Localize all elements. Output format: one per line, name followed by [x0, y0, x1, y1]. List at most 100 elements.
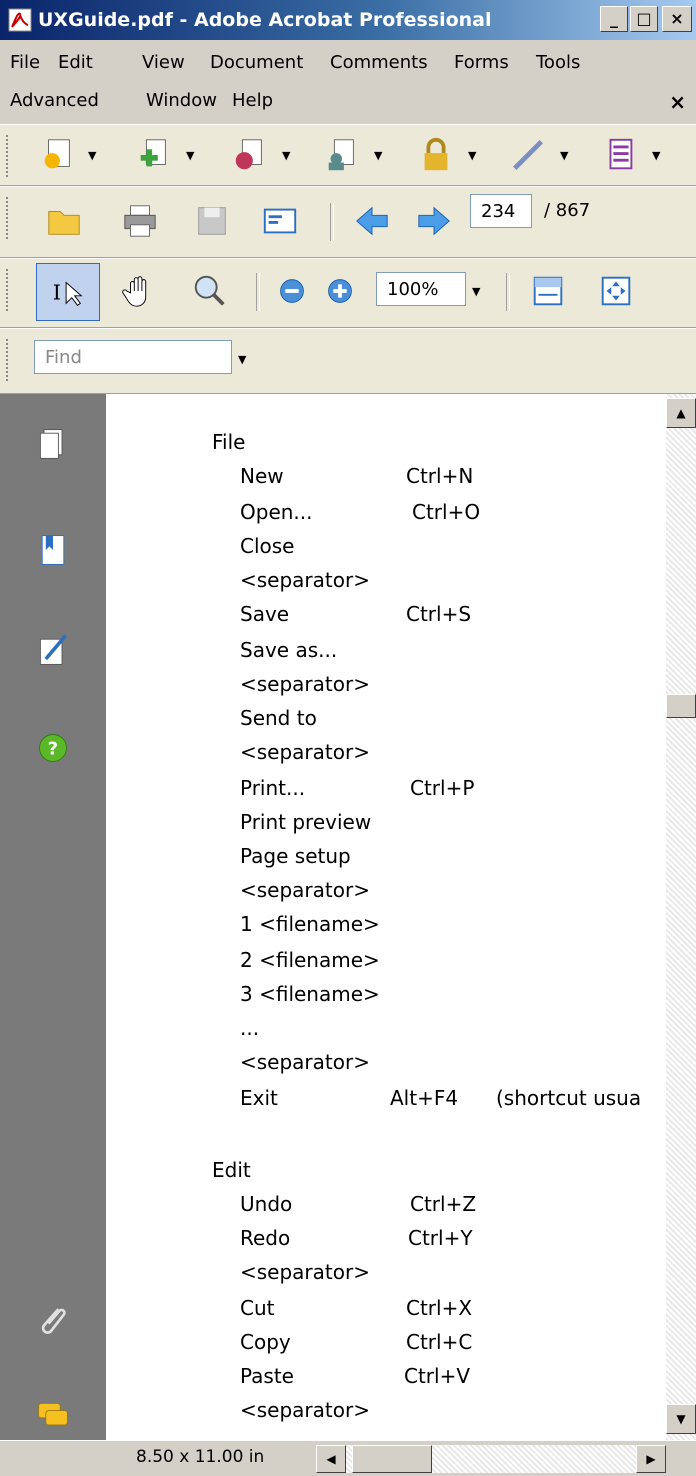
doc-line: <separator> — [240, 1050, 370, 1074]
maximize-button[interactable]: □ — [630, 6, 658, 32]
horizontal-scrollbar[interactable]: ◀ ▶ — [316, 1445, 666, 1473]
menu-document[interactable]: Document — [210, 52, 303, 73]
print-icon[interactable] — [116, 197, 164, 245]
previous-page-icon[interactable] — [348, 197, 396, 245]
doc-line: Send to — [240, 706, 317, 730]
export-icon[interactable] — [226, 131, 274, 179]
navigation-pane: ? — [0, 394, 106, 1440]
doc-line: Page setup — [240, 844, 351, 868]
zoom-in-icon[interactable] — [316, 267, 364, 315]
scroll-left-button[interactable]: ◀ — [316, 1445, 346, 1473]
menu-advanced[interactable]: Advanced — [10, 90, 99, 111]
scroll-right-button[interactable]: ▶ — [636, 1445, 666, 1473]
page-size-label: 8.50 x 11.00 in — [136, 1447, 265, 1467]
menu-comments[interactable]: Comments — [330, 52, 428, 73]
dropdown-arrow-icon[interactable]: ▼ — [468, 149, 476, 162]
dropdown-arrow-icon[interactable]: ▼ — [282, 149, 290, 162]
doc-line: ... — [240, 1016, 260, 1040]
doc-line: Ctrl+O — [412, 500, 481, 524]
horizontal-scroll-thumb[interactable] — [352, 1445, 432, 1473]
toolbar-separator — [256, 273, 260, 311]
lock-icon[interactable] — [412, 131, 460, 179]
toolbar-grip[interactable] — [6, 339, 12, 381]
zoom-out-icon[interactable] — [268, 267, 316, 315]
sign-pen-icon[interactable] — [504, 131, 552, 179]
doc-line: Alt+F4 — [390, 1086, 459, 1110]
comments-icon[interactable] — [33, 1396, 73, 1436]
page-total-label: / 867 — [544, 200, 591, 221]
doc-line: Open... — [240, 500, 313, 524]
doc-line: <separator> — [240, 878, 370, 902]
menu-bar: File Edit View Document Comments Forms T… — [0, 42, 696, 124]
toolbar-grip[interactable] — [6, 269, 12, 311]
menu-window[interactable]: Window — [146, 90, 217, 111]
save-icon[interactable] — [188, 197, 236, 245]
menu-file[interactable]: File — [10, 52, 40, 73]
zoom-level-input[interactable]: 100% — [376, 272, 466, 306]
close-document-button[interactable]: × — [669, 90, 686, 114]
scroll-up-button[interactable]: ▲ — [666, 398, 696, 428]
fit-width-icon[interactable] — [524, 267, 572, 315]
doc-line: Ctrl+C — [406, 1330, 473, 1354]
forms-icon[interactable] — [596, 131, 644, 179]
zoom-toolbar: I ▼ — [0, 258, 696, 328]
find-input[interactable]: Find — [34, 340, 232, 374]
doc-line: New — [240, 464, 284, 488]
svg-text:?: ? — [48, 738, 58, 759]
next-page-icon[interactable] — [410, 197, 458, 245]
signatures-icon[interactable] — [33, 630, 73, 670]
pages-icon[interactable] — [33, 424, 73, 464]
zoom-tool-icon[interactable] — [186, 267, 234, 315]
create-pdf-icon[interactable] — [34, 131, 82, 179]
menu-view[interactable]: View — [142, 52, 185, 73]
email-icon[interactable] — [256, 197, 304, 245]
doc-line: Ctrl+X — [406, 1296, 473, 1320]
doc-line: Print preview — [240, 810, 372, 834]
attachments-icon[interactable] — [33, 1300, 73, 1340]
dropdown-arrow-icon[interactable]: ▼ — [88, 149, 96, 162]
toolbar-separator — [330, 203, 334, 241]
doc-line: Ctrl+S — [406, 602, 472, 626]
open-folder-icon[interactable] — [40, 197, 88, 245]
page-number-input[interactable]: 234 — [470, 194, 532, 228]
dropdown-arrow-icon[interactable]: ▼ — [238, 353, 246, 366]
scroll-thumb[interactable] — [666, 694, 696, 718]
doc-line: Edit — [212, 1158, 251, 1182]
menu-tools[interactable]: Tools — [536, 52, 580, 73]
dropdown-arrow-icon[interactable]: ▼ — [374, 149, 382, 162]
svg-text:I: I — [53, 281, 61, 305]
dropdown-arrow-icon[interactable]: ▼ — [186, 149, 194, 162]
doc-line: Ctrl+V — [404, 1364, 471, 1388]
close-button[interactable]: × — [662, 6, 692, 32]
doc-line: <separator> — [240, 568, 370, 592]
toolbar-grip[interactable] — [6, 197, 12, 239]
select-tool-icon[interactable]: I — [36, 263, 100, 321]
menu-help[interactable]: Help — [232, 90, 273, 111]
bookmarks-icon[interactable] — [33, 530, 73, 570]
dropdown-arrow-icon[interactable]: ▼ — [652, 149, 660, 162]
doc-line: (shortcut usua — [496, 1086, 642, 1110]
window-title: UXGuide.pdf - Adobe Acrobat Professional — [38, 9, 492, 31]
doc-line: Ctrl+Y — [408, 1226, 473, 1250]
fit-page-icon[interactable] — [592, 267, 640, 315]
hand-tool-icon[interactable] — [116, 267, 164, 315]
status-bar: 8.50 x 11.00 in ◀ ▶ — [0, 1440, 696, 1476]
doc-line: Redo — [240, 1226, 291, 1250]
menu-forms[interactable]: Forms — [454, 52, 509, 73]
doc-line: Ctrl+N — [406, 464, 474, 488]
minimize-button[interactable]: _ — [600, 6, 628, 32]
document-page: File New Ctrl+N Open... Ctrl+O Close <se… — [106, 394, 666, 1440]
vertical-scrollbar[interactable]: ▲ ▼ — [666, 394, 696, 1440]
scroll-down-button[interactable]: ▼ — [666, 1404, 696, 1434]
combine-files-icon[interactable] — [130, 131, 178, 179]
start-meeting-icon[interactable] — [318, 131, 366, 179]
toolbar-separator — [506, 273, 510, 311]
dropdown-arrow-icon[interactable]: ▼ — [472, 285, 480, 298]
menu-edit[interactable]: Edit — [58, 52, 93, 73]
doc-line: Exit — [240, 1086, 278, 1110]
dropdown-arrow-icon[interactable]: ▼ — [560, 149, 568, 162]
help-icon[interactable]: ? — [33, 728, 73, 768]
toolbar-grip[interactable] — [6, 135, 12, 177]
doc-line: Close — [240, 534, 295, 558]
acrobat-icon — [8, 8, 32, 32]
